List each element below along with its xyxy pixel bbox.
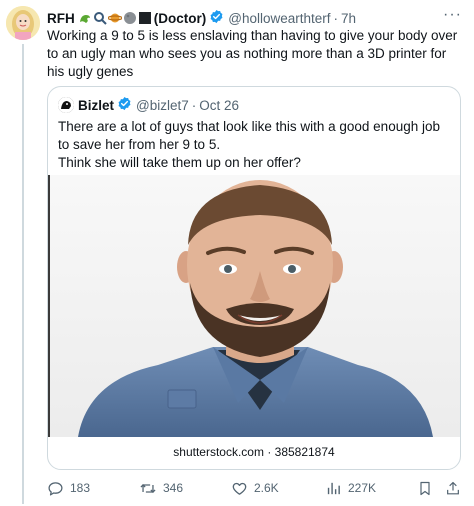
retweet-button[interactable]: 346 (139, 478, 183, 498)
quoted-tweet-image[interactable] (48, 175, 460, 437)
share-icon (447, 481, 459, 494)
more-dots-icon[interactable]: ··· (443, 6, 462, 24)
dragon-emoji-icon (79, 15, 90, 23)
share-button[interactable] (445, 478, 461, 498)
retweet-count: 346 (163, 481, 184, 495)
quoted-author-handle: @bizlet7 (136, 97, 189, 113)
quoted-tweet-card[interactable]: Bizlet @bizlet7 · Oct 26 There are a lot… (47, 86, 461, 470)
quoted-author-avatar (58, 97, 74, 113)
author-avatar[interactable] (6, 6, 40, 40)
author-name[interactable]: RFH (47, 11, 75, 26)
name-emojis (78, 11, 152, 25)
reply-icon (48, 481, 63, 496)
tweet-header: RFH (Doctor) @hollowearthterf · 7h (47, 9, 464, 27)
tweet-actions-bar: 183 346 2.6K 227K (47, 478, 467, 498)
black-square-emoji-icon (138, 12, 151, 24)
quoted-tweet-date: Oct 26 (199, 97, 240, 113)
quoted-tweet-header: Bizlet @bizlet7 · Oct 26 (58, 96, 239, 114)
author-name-suffix: (Doctor) (153, 10, 207, 26)
views-chart-icon (327, 482, 340, 494)
magnifier-emoji-icon (93, 12, 107, 25)
reply-button[interactable]: 183 (47, 478, 90, 498)
man-portrait-photo (48, 175, 460, 437)
avatar-image (6, 6, 40, 40)
like-count: 2.6K (254, 481, 279, 495)
verified-badge-icon (209, 9, 224, 27)
author-handle[interactable]: @hollowearthterf (228, 11, 330, 26)
image-caption: shutterstock.com · 385821874 (173, 445, 335, 459)
views-button[interactable]: 227K (325, 478, 376, 498)
views-count: 227K (348, 481, 377, 495)
bookmark-icon (420, 481, 430, 495)
quoted-header-separator: · (191, 97, 197, 113)
retweet-icon (140, 483, 156, 493)
thread-line (22, 44, 24, 504)
tweet-text: Working a 9 to 5 is less enslaving than … (47, 28, 458, 79)
moon-emoji-icon (123, 12, 136, 24)
heart-icon (232, 482, 247, 495)
quoted-text-line-1: There are a lot of guys that look like t… (58, 119, 440, 152)
bookmark-button[interactable] (417, 478, 433, 498)
quoted-author-name: Bizlet (78, 97, 115, 113)
quoted-verified-badge-icon (117, 96, 132, 114)
reply-count: 183 (70, 481, 91, 495)
like-button[interactable]: 2.6K (231, 478, 279, 498)
tweet-timestamp[interactable]: 7h (341, 11, 356, 26)
planet-emoji-icon (107, 13, 122, 23)
header-separator: · (333, 10, 339, 26)
